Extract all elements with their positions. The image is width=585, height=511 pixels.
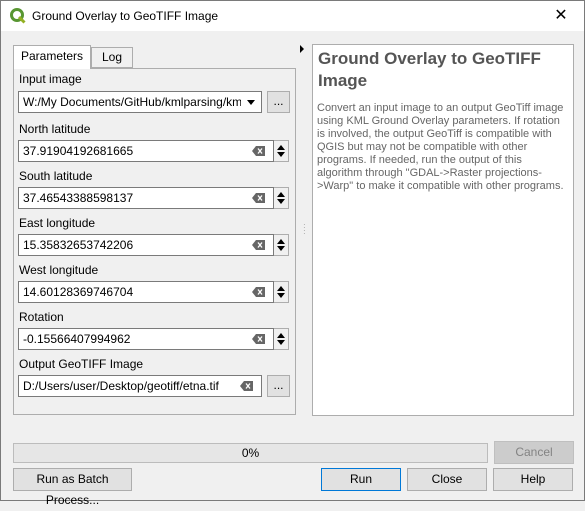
spin-down-icon[interactable] [277, 293, 285, 298]
spin-up-icon[interactable] [277, 239, 285, 244]
clear-icon[interactable] [240, 381, 253, 391]
rotation-stepper[interactable] [274, 328, 289, 350]
output-geotiff-input[interactable]: D:/Users/user/Desktop/geotiff/etna.tif [18, 375, 262, 397]
help-pane: Ground Overlay to GeoTIFF Image Convert … [312, 44, 574, 416]
south-latitude-input[interactable]: 37.46543388598137 [18, 187, 274, 209]
progress-bar: 0% [13, 443, 488, 463]
output-browse-button[interactable]: ... [267, 375, 290, 397]
chevron-down-icon[interactable] [247, 100, 255, 105]
east-longitude-stepper[interactable] [274, 234, 289, 256]
help-button[interactable]: Help [493, 468, 573, 491]
spin-down-icon[interactable] [277, 199, 285, 204]
clear-icon[interactable] [252, 146, 265, 156]
progress-text: 0% [241, 446, 260, 460]
dialog-window: Ground Overlay to GeoTIFF Image ✕ Parame… [0, 0, 585, 507]
collapse-help-arrow-icon[interactable] [300, 45, 304, 53]
west-longitude-input[interactable]: 14.60128369746704 [18, 281, 274, 303]
cancel-button[interactable]: Cancel [494, 441, 574, 464]
spin-up-icon[interactable] [277, 192, 285, 197]
tab-log[interactable]: Log [91, 47, 133, 68]
east-longitude-input[interactable]: 15.35832653742206 [18, 234, 274, 256]
rotation-input[interactable]: -0.15566407994962 [18, 328, 274, 350]
west-longitude-value: 14.60128369746704 [23, 285, 134, 299]
north-latitude-value: 37.91904192681665 [23, 144, 134, 158]
output-geotiff-label: Output GeoTIFF Image [19, 357, 144, 371]
tab-parameters[interactable]: Parameters [13, 45, 91, 69]
run-button[interactable]: Run [321, 468, 401, 491]
splitter-handle[interactable]: · · · · [303, 221, 306, 238]
clear-icon[interactable] [252, 193, 265, 203]
spin-up-icon[interactable] [277, 145, 285, 150]
close-window-button[interactable]: ✕ [538, 1, 584, 31]
south-latitude-value: 37.46543388598137 [23, 191, 134, 205]
clear-icon[interactable] [252, 334, 265, 344]
spin-down-icon[interactable] [277, 340, 285, 345]
west-longitude-label: West longitude [19, 263, 99, 277]
clear-icon[interactable] [252, 240, 265, 250]
input-image-browse-button[interactable]: ... [267, 91, 290, 113]
rotation-value: -0.15566407994962 [23, 332, 131, 346]
input-image-label: Input image [19, 72, 82, 86]
close-button[interactable]: Close [407, 468, 487, 491]
clear-icon[interactable] [252, 287, 265, 297]
input-image-combo[interactable]: W:/My Documents/GitHub/kmlparsing/kml-sa… [18, 91, 262, 113]
help-text: Convert an input image to an output GeoT… [317, 102, 564, 192]
qgis-icon [10, 8, 26, 24]
rotation-label: Rotation [19, 310, 64, 324]
run-batch-button[interactable]: Run as Batch Process... [13, 468, 132, 507]
output-geotiff-value: D:/Users/user/Desktop/geotiff/etna.tif [23, 379, 219, 393]
east-longitude-label: East longitude [19, 216, 96, 230]
input-image-value: W:/My Documents/GitHub/kmlparsing/kml-sa… [23, 95, 241, 109]
east-longitude-value: 15.35832653742206 [23, 238, 134, 252]
north-latitude-label: North latitude [19, 122, 91, 136]
spin-up-icon[interactable] [277, 333, 285, 338]
window-title: Ground Overlay to GeoTIFF Image [32, 9, 219, 23]
title-bar: Ground Overlay to GeoTIFF Image ✕ [1, 1, 584, 31]
help-title: Ground Overlay to GeoTIFF Image [318, 49, 541, 90]
north-latitude-input[interactable]: 37.91904192681665 [18, 140, 274, 162]
spin-up-icon[interactable] [277, 286, 285, 291]
north-latitude-stepper[interactable] [274, 140, 289, 162]
west-longitude-stepper[interactable] [274, 281, 289, 303]
spin-down-icon[interactable] [277, 246, 285, 251]
south-latitude-stepper[interactable] [274, 187, 289, 209]
spin-down-icon[interactable] [277, 152, 285, 157]
south-latitude-label: South latitude [19, 169, 93, 183]
